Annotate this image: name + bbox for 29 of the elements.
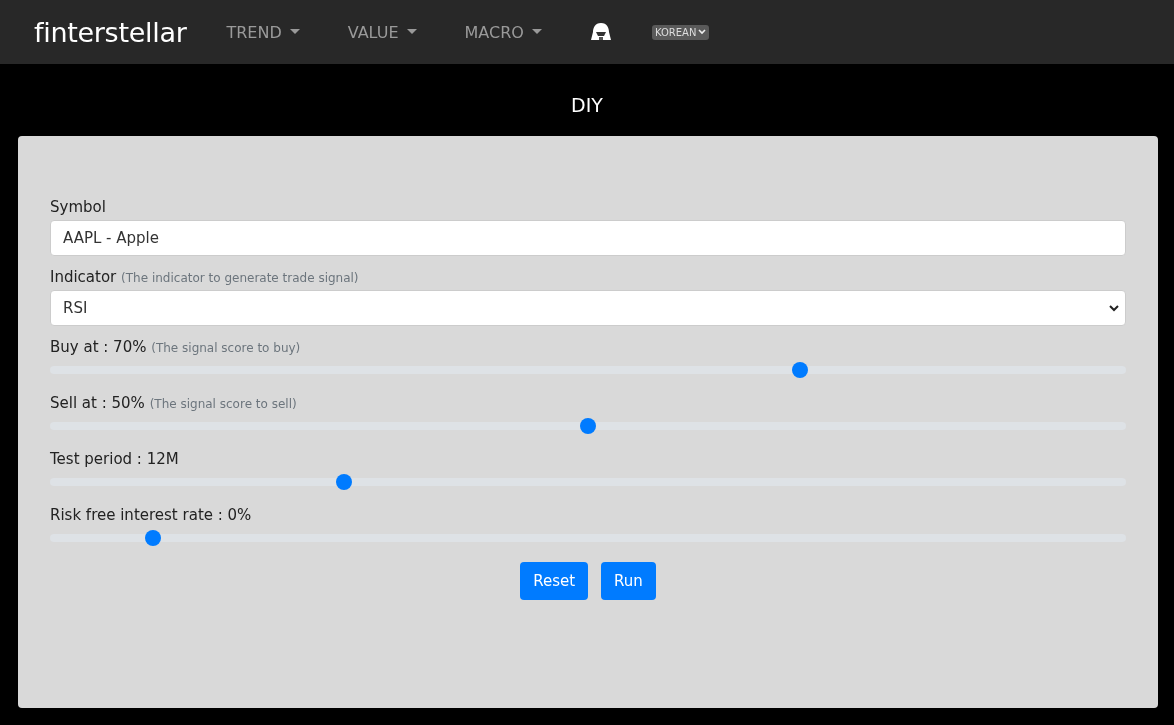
page-title: DIY bbox=[570, 94, 604, 118]
field-label: Symbol bbox=[50, 198, 106, 216]
caret-icon bbox=[531, 29, 542, 35]
symbol-input[interactable]: AAPL - Apple bbox=[50, 220, 1126, 256]
language-select[interactable]: KOREAN bbox=[651, 24, 710, 40]
slider-label: Risk free interest rate : 0% bbox=[50, 506, 252, 524]
brand-logo[interactable]: finterstellar bbox=[34, 16, 187, 48]
slider-thumb[interactable] bbox=[580, 418, 596, 434]
slider-label: Sell at : 50% bbox=[50, 394, 145, 412]
hint-text: (The signal score to buy) bbox=[151, 341, 301, 355]
slider-thumb[interactable] bbox=[145, 530, 162, 546]
slider-label: Buy at : 70% bbox=[50, 338, 147, 356]
slider-thumb[interactable] bbox=[336, 474, 353, 490]
nav-menu[interactable]: VALUE bbox=[347, 22, 417, 42]
slider-label: Test period : 12M bbox=[50, 450, 179, 468]
helmet-icon[interactable] bbox=[589, 22, 612, 42]
action-button[interactable]: Run bbox=[601, 562, 656, 600]
nav-menu[interactable]: TREND bbox=[226, 22, 300, 42]
chevron-icon bbox=[698, 29, 707, 35]
hint-text: (The signal score to sell) bbox=[149, 397, 297, 411]
chevron-icon bbox=[1109, 304, 1119, 312]
slider-thumb[interactable] bbox=[792, 362, 808, 378]
action-button[interactable]: Reset bbox=[520, 562, 589, 600]
caret-icon bbox=[406, 29, 417, 35]
indicator-select[interactable]: RSI bbox=[50, 290, 1126, 326]
caret-icon bbox=[289, 29, 300, 35]
hint-text: (The indicator to generate trade signal) bbox=[121, 271, 359, 285]
nav-menu[interactable]: MACRO bbox=[464, 22, 542, 42]
field-label: Indicator bbox=[50, 268, 117, 286]
